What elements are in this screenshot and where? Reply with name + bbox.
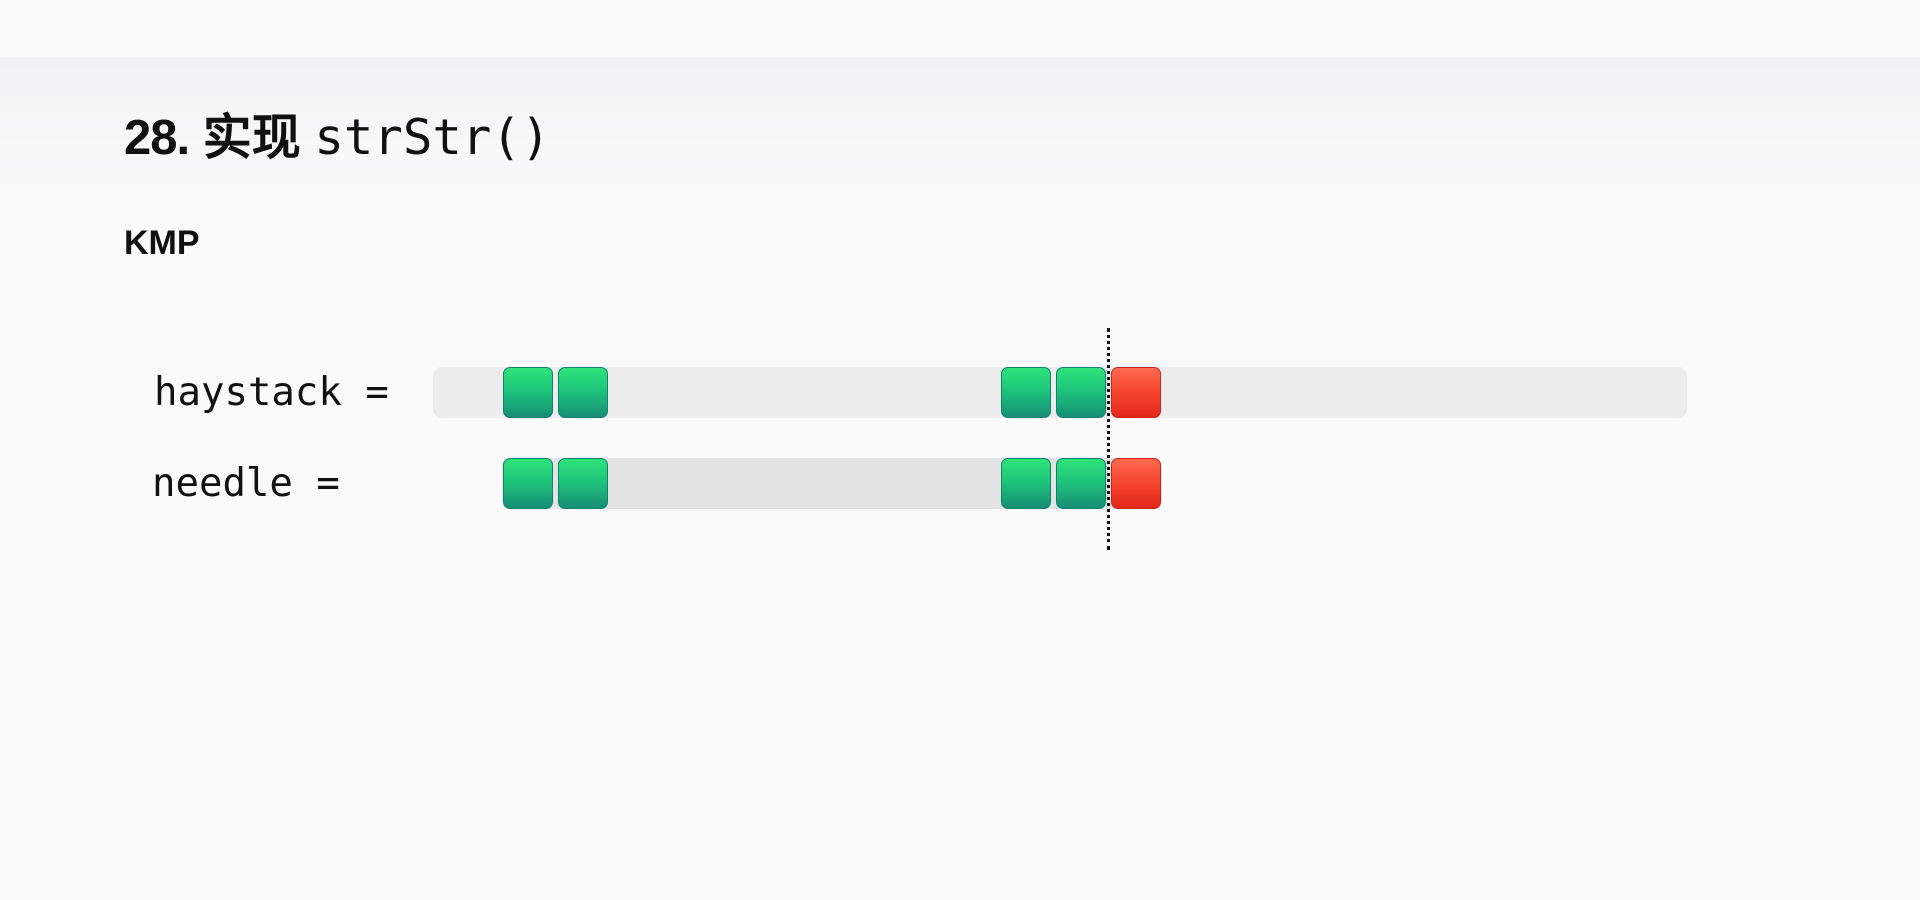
- haystack-match-cell: [1001, 367, 1051, 418]
- mismatch-divider-line: [1107, 328, 1110, 550]
- page-title: 28. 实现 strStr(): [124, 113, 550, 163]
- needle-match-cell: [503, 458, 553, 509]
- haystack-match-cell: [558, 367, 608, 418]
- haystack-match-cell: [503, 367, 553, 418]
- title-number: 28.: [124, 111, 190, 165]
- needle-label: needle =: [152, 461, 340, 506]
- top-strip: [0, 0, 1920, 57]
- haystack-mismatch-cell: [1111, 367, 1161, 418]
- needle-match-cell: [558, 458, 608, 509]
- needle-match-cell: [1056, 458, 1106, 509]
- haystack-match-cell: [1056, 367, 1106, 418]
- needle-mismatch-cell: [1111, 458, 1161, 509]
- needle-match-cell: [1001, 458, 1051, 509]
- title-cjk-text: 实现: [202, 109, 301, 166]
- title-code-text: strStr(): [314, 109, 551, 166]
- haystack-label: haystack =: [154, 370, 389, 415]
- section-subtitle: KMP: [124, 224, 200, 262]
